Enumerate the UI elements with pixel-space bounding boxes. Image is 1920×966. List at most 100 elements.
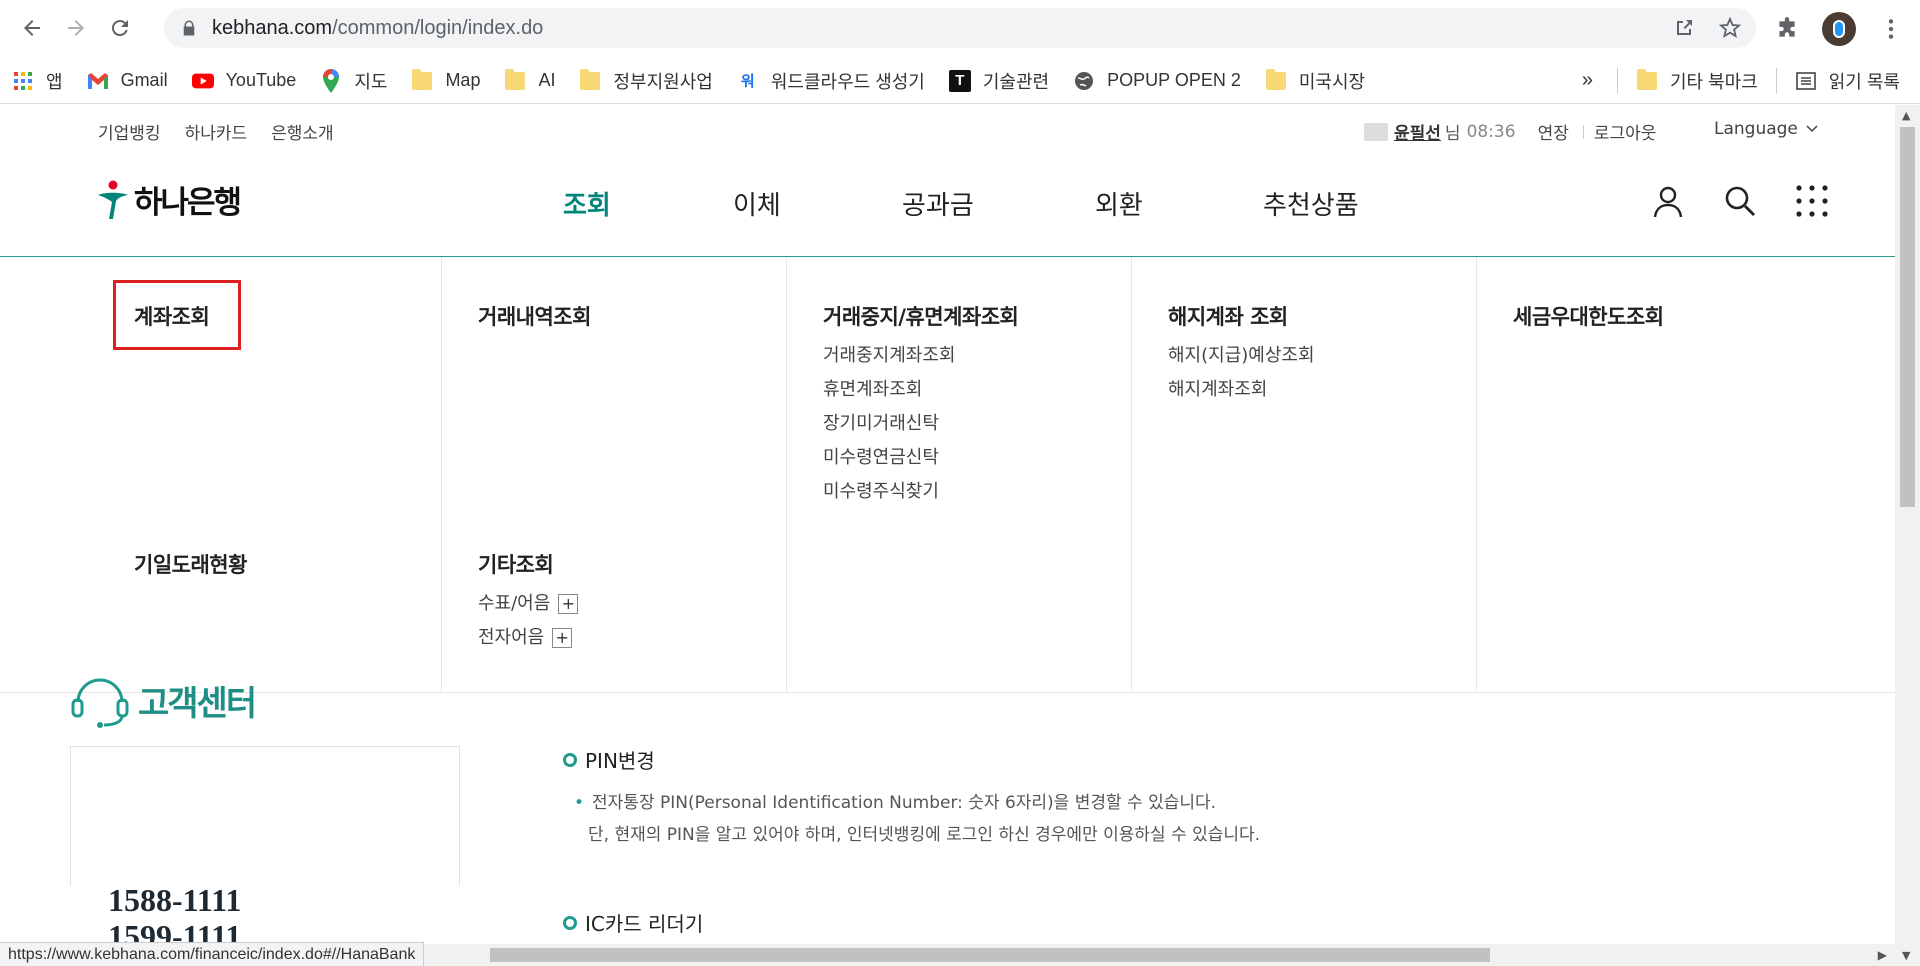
- folder-icon: [1636, 68, 1657, 90]
- section-ic-card-reader: IC카드 리더기: [563, 908, 703, 937]
- util-link-about[interactable]: 은행소개: [271, 119, 334, 144]
- forward-button[interactable]: [56, 8, 96, 48]
- reload-button[interactable]: [100, 8, 140, 48]
- globe-icon: [1073, 70, 1095, 92]
- bookmark-wordcloud[interactable]: 워 워드클라우드 생성기: [725, 65, 937, 97]
- gnb-recommended[interactable]: 추천상품: [1263, 185, 1359, 222]
- menu-unclaimed-stock[interactable]: 미수령주식찾기: [823, 477, 939, 503]
- language-select[interactable]: Language: [1714, 119, 1818, 139]
- wordcloud-icon: 워: [740, 73, 755, 90]
- menu-tax-benefit-limit[interactable]: 세금우대한도조회: [1513, 301, 1664, 331]
- menu-transaction-history[interactable]: 거래내역조회: [478, 301, 591, 331]
- menu-inactive-trust[interactable]: 장기미거래신탁: [823, 409, 939, 435]
- headset-icon: [71, 678, 129, 728]
- gnb-transfer[interactable]: 이체: [733, 185, 902, 222]
- user-icon[interactable]: [1650, 183, 1686, 219]
- bookmark-us-market[interactable]: 미국시장: [1253, 65, 1377, 97]
- folder-icon: [505, 68, 526, 90]
- plus-icon[interactable]: +: [558, 594, 579, 614]
- util-link-card[interactable]: 하나카드: [185, 119, 248, 144]
- ring-bullet-icon: [563, 752, 577, 767]
- pin-description-line2: 단, 현재의 PIN을 알고 있어야 하며, 인터넷뱅킹에 로그인 하신 경우에…: [588, 825, 1261, 845]
- menu-maturity-status[interactable]: 기일도래현황: [134, 549, 247, 579]
- util-link-corporate[interactable]: 기업뱅킹: [98, 119, 161, 144]
- star-icon[interactable]: [1718, 16, 1742, 40]
- hana-bank-logo[interactable]: 하나은행: [96, 177, 242, 222]
- browser-toolbar: kebhana.com/common/login/index.do: [0, 0, 1920, 56]
- user-suffix: 님: [1444, 124, 1461, 144]
- gnb-utility-bills[interactable]: 공과금: [902, 185, 1095, 222]
- vertical-scroll-thumb[interactable]: [1900, 127, 1915, 507]
- folder-icon: [580, 68, 601, 90]
- menu-closed-account[interactable]: 해지계좌조회: [1168, 375, 1267, 401]
- menu-check-bill[interactable]: 수표/어음 +: [478, 589, 579, 615]
- hana-logo-icon: [98, 180, 128, 219]
- bookmark-apps[interactable]: 앱: [0, 65, 75, 97]
- gmail-icon: [87, 70, 109, 92]
- bookmark-label: POPUP OPEN 2: [1107, 70, 1241, 90]
- main-navigation: 조회 이체 공과금 외환 추천상품: [563, 185, 1359, 222]
- bookmarks-divider: [1616, 67, 1618, 94]
- menu-dormant-account[interactable]: 휴면계좌조회: [823, 375, 922, 401]
- youtube-icon: [191, 70, 214, 92]
- bookmarks-overflow-button[interactable]: »: [1570, 65, 1605, 97]
- kebab-menu-icon[interactable]: [1878, 16, 1904, 42]
- profile-avatar[interactable]: [1822, 12, 1856, 46]
- ring-bullet-icon: [563, 915, 577, 930]
- section-title: IC카드 리더기: [585, 912, 704, 936]
- bookmark-ai-folder[interactable]: AI: [492, 65, 567, 97]
- avatar: [1364, 122, 1388, 141]
- menu-other-inquiry[interactable]: 기타조회: [478, 549, 554, 579]
- bookmarks-bar: 앱 Gmail YouTube 지도 Map AI 정부지원사업 워 워드클라우드…: [0, 58, 1920, 104]
- logo-text: 하나은행: [134, 185, 242, 221]
- scroll-right-arrow-icon[interactable]: ▶: [1878, 948, 1887, 962]
- menu-e-bill[interactable]: 전자어음 +: [478, 623, 573, 649]
- horizontal-scroll-thumb[interactable]: [490, 948, 1490, 962]
- bookmark-label: 기술관련: [982, 71, 1050, 92]
- menu-closed-accounts[interactable]: 해지계좌 조회: [1168, 301, 1288, 331]
- menu-dormant-accounts[interactable]: 거래중지/휴면계좌조회: [823, 301, 1019, 331]
- bookmark-label: 읽기 목록: [1828, 71, 1900, 92]
- all-menu-grid-icon[interactable]: [1794, 183, 1830, 219]
- utility-links: 기업뱅킹 하나카드 은행소개: [98, 119, 334, 144]
- reading-list-button[interactable]: 읽기 목록: [1783, 65, 1912, 97]
- vertical-scrollbar[interactable]: ▲ ▼: [1895, 105, 1920, 966]
- bookmark-map-folder[interactable]: Map: [399, 65, 492, 97]
- bookmark-label: 워드클라우드 생성기: [770, 71, 925, 92]
- back-button[interactable]: [12, 8, 52, 48]
- language-label: Language: [1714, 119, 1798, 139]
- extensions-icon[interactable]: [1774, 16, 1800, 42]
- logout-button[interactable]: 로그아웃: [1594, 119, 1657, 144]
- maps-pin-icon: [320, 68, 342, 93]
- bookmark-label: 정부지원사업: [613, 71, 713, 92]
- gnb-foreign-exchange[interactable]: 외환: [1095, 185, 1263, 222]
- bookmark-label: YouTube: [225, 70, 297, 90]
- bookmark-youtube[interactable]: YouTube: [180, 65, 309, 97]
- highlight-box: [113, 280, 241, 350]
- bookmark-popup[interactable]: POPUP OPEN 2: [1061, 65, 1253, 97]
- scroll-down-arrow-icon[interactable]: ▼: [1902, 949, 1910, 962]
- share-icon[interactable]: [1672, 16, 1696, 40]
- scroll-up-arrow-icon[interactable]: ▲: [1902, 109, 1910, 122]
- extend-session-button[interactable]: 연장: [1538, 119, 1569, 144]
- customer-center-box: [70, 746, 460, 886]
- section-pin-change: PIN변경: [563, 745, 655, 774]
- bookmark-other-folder[interactable]: 기타 북마크: [1624, 65, 1770, 97]
- plus-icon[interactable]: +: [552, 628, 573, 648]
- url-text: kebhana.com/common/login/index.do: [212, 17, 543, 40]
- gnb-inquiry[interactable]: 조회: [563, 185, 733, 222]
- user-name[interactable]: 윤필선: [1394, 119, 1441, 144]
- phone-number[interactable]: 1588-1111: [108, 882, 241, 919]
- pin-description-line1: • 전자통장 PIN(Personal Identification Number…: [574, 788, 1216, 813]
- menu-expected-closing[interactable]: 해지(지급)예상조회: [1168, 341, 1315, 367]
- bookmark-label: 기타 북마크: [1669, 71, 1758, 92]
- bookmark-gmail[interactable]: Gmail: [75, 65, 180, 97]
- bookmark-tech[interactable]: T 기술관련: [937, 65, 1061, 97]
- address-bar[interactable]: kebhana.com/common/login/index.do: [164, 8, 1756, 48]
- search-icon[interactable]: [1722, 183, 1758, 219]
- session-timer: 08:36: [1466, 121, 1516, 142]
- menu-unclaimed-pension[interactable]: 미수령연금신탁: [823, 443, 939, 469]
- bookmark-gov-folder[interactable]: 정부지원사업: [567, 65, 724, 97]
- menu-suspended-account[interactable]: 거래중지계좌조회: [823, 341, 955, 367]
- bookmark-maps[interactable]: 지도: [308, 65, 399, 97]
